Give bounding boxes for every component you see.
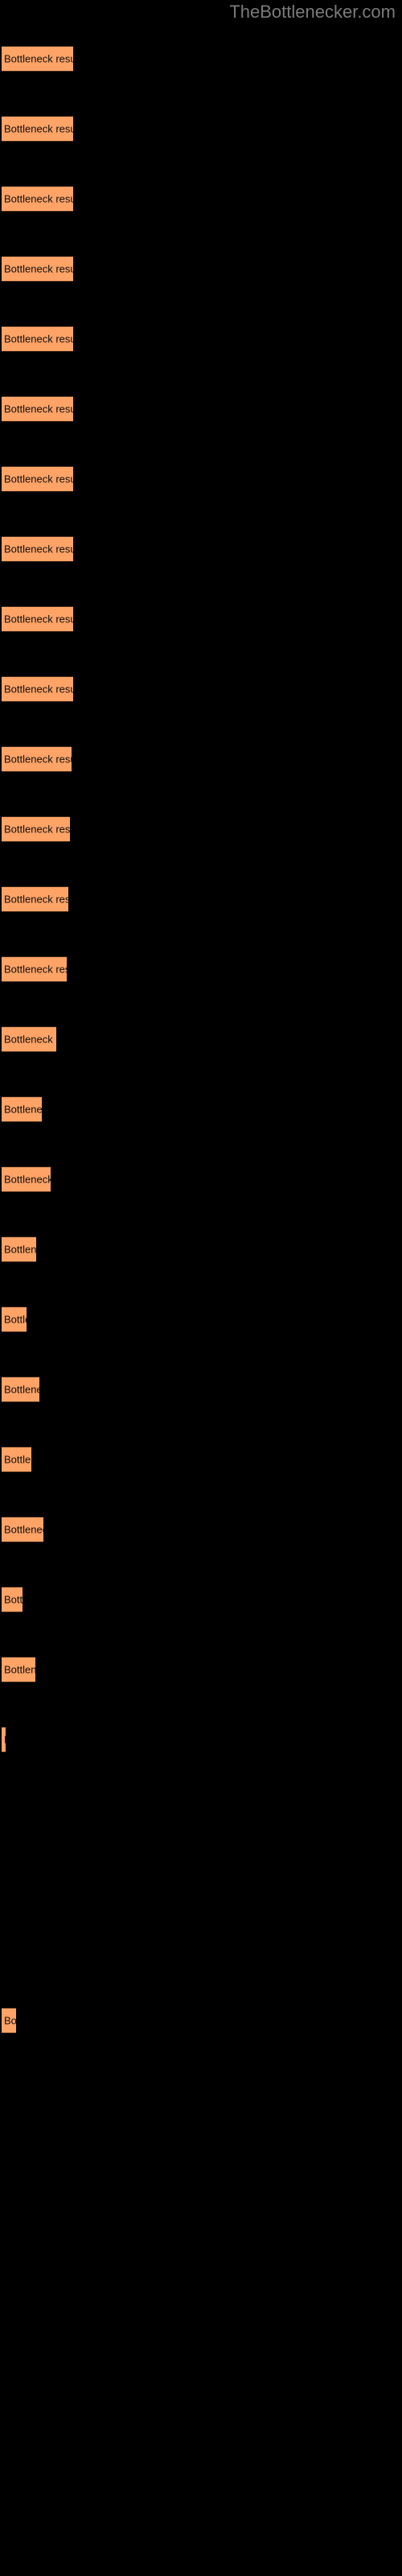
bar-8[interactable]: Bottleneck result: [2, 606, 73, 632]
bar-label-18: Bottleneck result: [4, 1313, 27, 1326]
bar-22[interactable]: Bottleneck result: [2, 1587, 23, 1612]
bar-label-14: Bottleneck result: [4, 1033, 56, 1046]
bar-label-9: Bottleneck result: [4, 683, 73, 696]
bar-14[interactable]: Bottleneck result: [2, 1026, 56, 1052]
bar-label-13: Bottleneck result: [4, 963, 67, 976]
bar-11[interactable]: Bottleneck result: [2, 816, 70, 842]
bar-2[interactable]: Bottleneck result: [2, 186, 73, 212]
bar-19[interactable]: Bottleneck result: [2, 1377, 39, 1402]
bar-5[interactable]: Bottleneck result: [2, 396, 73, 422]
bar-label-7: Bottleneck result: [4, 543, 73, 555]
bar-20[interactable]: Bottleneck result: [2, 1447, 31, 1472]
bar-label-21: Bottleneck result: [4, 1523, 43, 1536]
bar-15[interactable]: Bottleneck result: [2, 1096, 42, 1122]
bar-label-5: Bottleneck result: [4, 402, 73, 415]
bar-0[interactable]: Bottleneck result: [2, 46, 73, 72]
bar-label-22: Bottleneck result: [4, 1593, 23, 1606]
bar-label-16: Bottleneck result: [4, 1173, 51, 1186]
bar-label-10: Bottleneck result: [4, 753, 72, 766]
bar-3[interactable]: Bottleneck result: [2, 256, 73, 282]
bar-label-0: Bottleneck result: [4, 52, 73, 65]
bar-4[interactable]: Bottleneck result: [2, 326, 73, 352]
bar-18[interactable]: Bottleneck result: [2, 1307, 27, 1332]
bar-23[interactable]: Bottleneck result: [2, 1657, 35, 1682]
bar-label-24: Bottleneck result: [4, 1734, 6, 1746]
bar-label-3: Bottleneck result: [4, 262, 73, 275]
bottleneck-bar-chart: TheBottlenecker.com Bottleneck resultBot…: [0, 0, 402, 2576]
bar-label-6: Bottleneck result: [4, 473, 73, 485]
bar-label-17: Bottleneck result: [4, 1243, 36, 1256]
bar-7[interactable]: Bottleneck result: [2, 536, 73, 562]
bar-label-12: Bottleneck result: [4, 893, 68, 906]
bar-10[interactable]: Bottleneck result: [2, 746, 72, 772]
bar-label-2: Bottleneck result: [4, 192, 73, 205]
bar-25[interactable]: Bottleneck result: [2, 2008, 16, 2033]
bar-6[interactable]: Bottleneck result: [2, 466, 73, 492]
bar-label-19: Bottleneck result: [4, 1383, 39, 1396]
bar-17[interactable]: Bottleneck result: [2, 1236, 36, 1262]
bar-9[interactable]: Bottleneck result: [2, 676, 73, 702]
bar-label-20: Bottleneck result: [4, 1453, 31, 1466]
bars-layer: Bottleneck result Bottleneck result Bottle…: [0, 0, 402, 2576]
bar-12[interactable]: Bottleneck result: [2, 886, 68, 912]
bar-label-1: Bottleneck result: [4, 122, 73, 135]
bar-label-8: Bottleneck result: [4, 613, 73, 625]
bar-label-4: Bottleneck result: [4, 332, 73, 345]
bar-16[interactable]: Bottleneck result: [2, 1166, 51, 1192]
bar-1[interactable]: Bottleneck result: [2, 116, 73, 142]
bar-label-25: Bottleneck result: [4, 2014, 16, 2027]
bar-label-23: Bottleneck result: [4, 1663, 35, 1676]
bar-21[interactable]: Bottleneck result: [2, 1517, 43, 1542]
bar-24[interactable]: Bottleneck result: [2, 1727, 6, 1752]
bar-label-11: Bottleneck result: [4, 823, 70, 836]
bar-label-15: Bottleneck result: [4, 1103, 42, 1116]
bar-13[interactable]: Bottleneck result: [2, 956, 67, 982]
